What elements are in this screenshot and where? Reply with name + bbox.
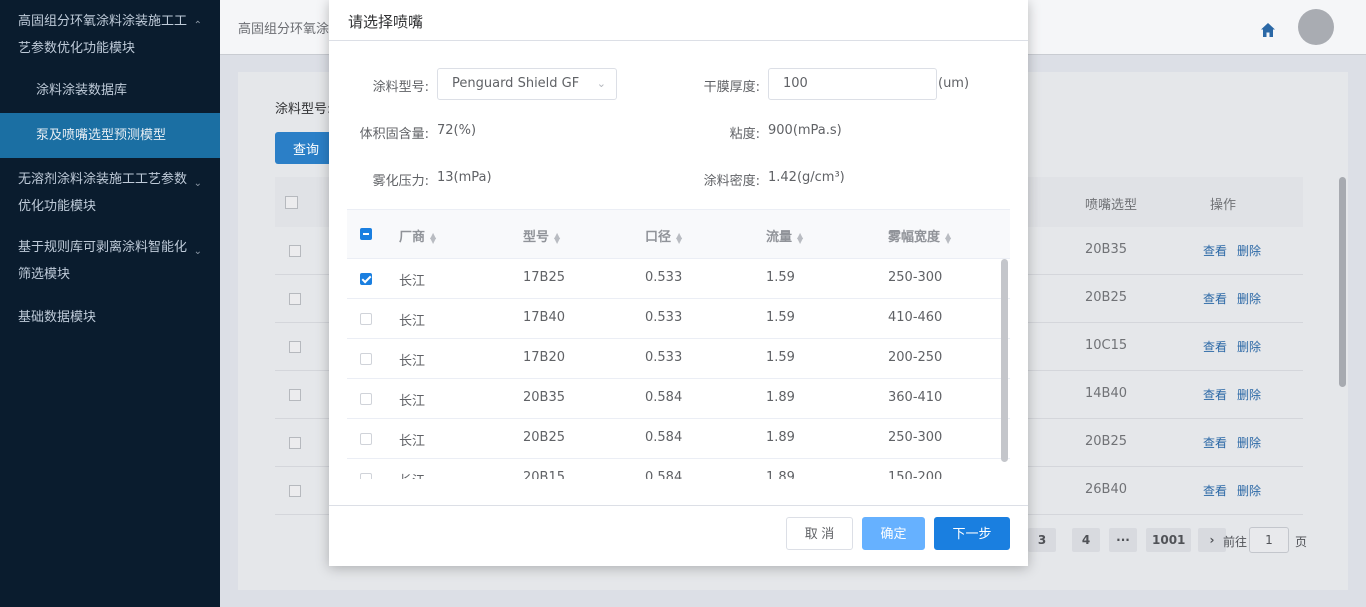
sort-icon: ▲ ▼ (554, 230, 561, 245)
bore-cell: 0.533 (645, 310, 683, 325)
row-checkbox[interactable] (360, 353, 372, 365)
atomize-pressure-label: 雾化压力: (372, 174, 429, 189)
model-cell: 20B25 (523, 430, 566, 445)
fan-width-cell: 410-460 (888, 310, 943, 325)
atomize-pressure-value: 13(mPa) (437, 170, 492, 185)
sort-icon: ▲ ▼ (676, 230, 683, 245)
column-fan-width[interactable]: 雾幅宽度 ▲ ▼ (888, 226, 951, 245)
select-all-checkbox[interactable] (360, 228, 372, 240)
density-value: 1.42(g/cm³) (768, 170, 845, 185)
flow-cell: 1.59 (766, 350, 795, 365)
row-checkbox[interactable] (360, 393, 372, 405)
row-checkbox[interactable] (360, 433, 372, 445)
column-maker[interactable]: 厂商 ▲ ▼ (399, 226, 436, 245)
column-flow[interactable]: 流量 ▲ ▼ (766, 226, 803, 245)
column-bore[interactable]: 口径 ▲ ▼ (645, 226, 682, 245)
solids-label: 体积固含量: (359, 127, 429, 142)
flow-cell: 1.89 (766, 430, 795, 445)
coating-model-label: 涂料型号: (372, 80, 429, 95)
fan-width-cell: 250-300 (888, 270, 943, 285)
table-row[interactable]: 长江 20B25 0.584 1.89 250-300 (347, 419, 1010, 459)
model-cell: 17B20 (523, 350, 566, 365)
flow-cell: 1.59 (766, 310, 795, 325)
sort-icon: ▲ ▼ (945, 230, 952, 245)
nozzle-table-scrollbar[interactable] (1001, 259, 1008, 462)
model-cell: 20B15 (523, 470, 566, 479)
flow-cell: 1.89 (766, 470, 795, 479)
dry-film-label: 干膜厚度: (703, 80, 760, 95)
model-cell: 17B25 (523, 270, 566, 285)
sort-icon: ▲ ▼ (430, 230, 437, 245)
cancel-button[interactable]: 取 消 (786, 517, 853, 550)
row-checkbox[interactable] (360, 273, 372, 285)
viscosity-value: 900(mPa.s) (768, 123, 842, 138)
dry-film-unit: (um) (938, 76, 970, 91)
viscosity-label: 粘度: (729, 127, 760, 142)
row-checkbox[interactable] (360, 313, 372, 325)
fan-width-cell: 250-300 (888, 430, 943, 445)
bore-cell: 0.584 (645, 430, 683, 445)
coating-model-select[interactable]: Penguard Shield GF ⌄ (437, 68, 617, 100)
table-row[interactable]: 长江 17B25 0.533 1.59 250-300 (347, 259, 1010, 299)
flow-cell: 1.89 (766, 390, 795, 405)
bore-cell: 0.533 (645, 270, 683, 285)
maker-cell: 长江 (399, 314, 426, 329)
chevron-down-icon: ⌄ (596, 77, 606, 90)
maker-cell: 长江 (399, 434, 426, 449)
solids-value: 72(%) (437, 123, 477, 138)
next-step-button[interactable]: 下一步 (934, 517, 1010, 550)
table-row[interactable]: 长江 17B40 0.533 1.59 410-460 (347, 299, 1010, 339)
nozzle-table-header: 厂商 ▲ ▼ 型号 ▲ ▼ 口径 ▲ ▼ 流量 ▲ ▼ 雾幅宽度 ▲ ▼ (347, 210, 1010, 259)
nozzle-select-dialog: 请选择喷嘴 涂料型号: Penguard Shield GF ⌄ 干膜厚度: 1… (329, 0, 1028, 566)
dialog-footer: 取 消 确定 下一步 (329, 505, 1028, 566)
model-cell: 17B40 (523, 310, 566, 325)
bore-cell: 0.584 (645, 470, 683, 479)
maker-cell: 长江 (399, 354, 426, 369)
flow-cell: 1.59 (766, 270, 795, 285)
bore-cell: 0.584 (645, 390, 683, 405)
maker-cell: 长江 (399, 470, 425, 479)
table-row[interactable]: 长江 20B35 0.584 1.89 360-410 (347, 379, 1010, 419)
fan-width-cell: 150-200 (888, 470, 943, 479)
maker-cell: 长江 (399, 394, 426, 409)
confirm-button[interactable]: 确定 (862, 517, 925, 550)
fan-width-cell: 360-410 (888, 390, 943, 405)
dry-film-input[interactable]: 100 (768, 68, 937, 100)
table-row[interactable]: 长江 20B15 0.584 1.89 150-200 (347, 459, 1010, 479)
maker-cell: 长江 (399, 274, 426, 289)
dialog-title: 请选择喷嘴 (329, 0, 1028, 41)
nozzle-table: 厂商 ▲ ▼ 型号 ▲ ▼ 口径 ▲ ▼ 流量 ▲ ▼ 雾幅宽度 ▲ ▼ 长江 17B25 0.53… (347, 209, 1010, 479)
column-model[interactable]: 型号 ▲ ▼ (523, 226, 560, 245)
sort-icon: ▲ ▼ (797, 230, 804, 245)
density-label: 涂料密度: (703, 174, 760, 189)
bore-cell: 0.533 (645, 350, 683, 365)
coating-model-value: Penguard Shield GF (452, 76, 580, 91)
model-cell: 20B35 (523, 390, 566, 405)
fan-width-cell: 200-250 (888, 350, 943, 365)
row-checkbox[interactable] (360, 473, 372, 479)
table-row[interactable]: 长江 17B20 0.533 1.59 200-250 (347, 339, 1010, 379)
